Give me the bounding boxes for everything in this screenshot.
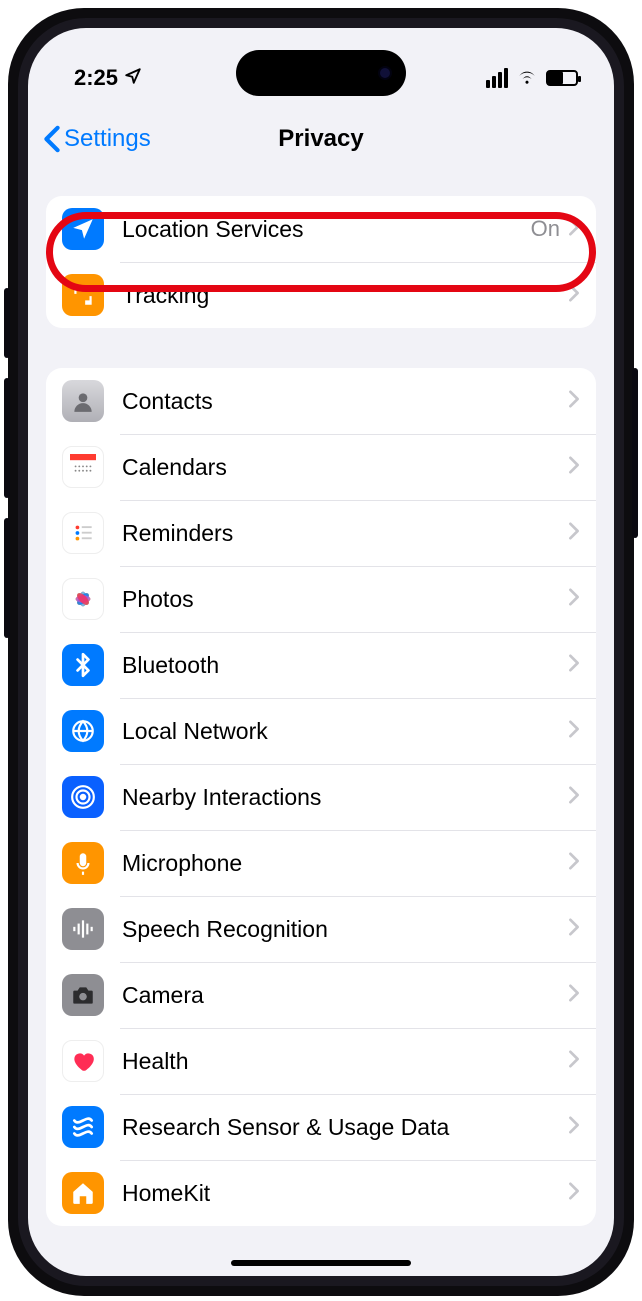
photos-icon <box>62 578 104 620</box>
row-research-sensor[interactable]: Research Sensor & Usage Data <box>46 1094 596 1160</box>
location-arrow-icon <box>124 65 142 91</box>
chevron-right-icon <box>568 456 580 479</box>
row-label: Photos <box>122 586 568 613</box>
tracking-icon <box>62 274 104 316</box>
bluetooth-icon <box>62 644 104 686</box>
row-local-network[interactable]: Local Network <box>46 698 596 764</box>
chevron-right-icon <box>568 522 580 545</box>
homekit-icon <box>62 1172 104 1214</box>
location-arrow-icon <box>62 208 104 250</box>
chevron-right-icon <box>568 588 580 611</box>
row-homekit[interactable]: HomeKit <box>46 1160 596 1226</box>
contacts-icon <box>62 380 104 422</box>
chevron-right-icon <box>568 218 580 241</box>
chevron-right-icon <box>568 284 580 307</box>
row-label: Contacts <box>122 388 568 415</box>
back-label: Settings <box>64 125 151 153</box>
volume-up-button <box>4 378 10 498</box>
chevron-right-icon <box>568 390 580 413</box>
chevron-right-icon <box>568 1050 580 1073</box>
row-tracking[interactable]: Tracking <box>46 262 596 328</box>
row-location-services[interactable]: Location Services On <box>46 196 596 262</box>
row-label: Speech Recognition <box>122 916 568 943</box>
local-network-icon <box>62 710 104 752</box>
row-label: Calendars <box>122 454 568 481</box>
camera-lens-icon <box>378 66 392 80</box>
screen: 2:25 Settings <box>28 28 614 1276</box>
chevron-right-icon <box>568 984 580 1007</box>
dynamic-island <box>236 50 406 96</box>
settings-group-1: Location Services On Tracking <box>46 196 596 328</box>
row-bluetooth[interactable]: Bluetooth <box>46 632 596 698</box>
row-label: Bluetooth <box>122 652 568 679</box>
research-icon <box>62 1106 104 1148</box>
row-health[interactable]: Health <box>46 1028 596 1094</box>
chevron-right-icon <box>568 786 580 809</box>
row-microphone[interactable]: Microphone <box>46 830 596 896</box>
row-label: Microphone <box>122 850 568 877</box>
health-icon <box>62 1040 104 1082</box>
microphone-icon <box>62 842 104 884</box>
nearby-icon <box>62 776 104 818</box>
chevron-right-icon <box>568 918 580 941</box>
mute-switch <box>4 288 10 358</box>
phone-bezel: 2:25 Settings <box>18 18 624 1286</box>
row-label: HomeKit <box>122 1180 568 1207</box>
row-label: Camera <box>122 982 568 1009</box>
power-button <box>632 368 638 538</box>
settings-group-2: Contacts Calendars Reminders <box>46 368 596 1226</box>
chevron-right-icon <box>568 1182 580 1205</box>
cellular-signal-icon <box>486 68 508 88</box>
volume-down-button <box>4 518 10 638</box>
nav-bar: Settings Privacy <box>28 102 614 176</box>
wifi-icon <box>516 65 538 91</box>
phone-frame: 2:25 Settings <box>8 8 634 1296</box>
row-label: Location Services <box>122 216 531 243</box>
back-button[interactable]: Settings <box>42 125 151 153</box>
speech-icon <box>62 908 104 950</box>
row-value: On <box>531 216 560 242</box>
calendars-icon <box>62 446 104 488</box>
row-label: Research Sensor & Usage Data <box>122 1114 568 1141</box>
chevron-right-icon <box>568 720 580 743</box>
row-reminders[interactable]: Reminders <box>46 500 596 566</box>
page-title: Privacy <box>278 125 363 153</box>
status-time: 2:25 <box>74 65 118 91</box>
row-label: Nearby Interactions <box>122 784 568 811</box>
row-nearby-interactions[interactable]: Nearby Interactions <box>46 764 596 830</box>
row-photos[interactable]: Photos <box>46 566 596 632</box>
chevron-right-icon <box>568 852 580 875</box>
reminders-icon <box>62 512 104 554</box>
row-calendars[interactable]: Calendars <box>46 434 596 500</box>
row-camera[interactable]: Camera <box>46 962 596 1028</box>
row-speech-recognition[interactable]: Speech Recognition <box>46 896 596 962</box>
row-label: Reminders <box>122 520 568 547</box>
row-label: Health <box>122 1048 568 1075</box>
chevron-right-icon <box>568 654 580 677</box>
row-label: Local Network <box>122 718 568 745</box>
row-label: Tracking <box>122 282 568 309</box>
battery-icon <box>546 70 578 86</box>
row-contacts[interactable]: Contacts <box>46 368 596 434</box>
chevron-right-icon <box>568 1116 580 1139</box>
home-indicator[interactable] <box>231 1260 411 1266</box>
camera-icon <box>62 974 104 1016</box>
